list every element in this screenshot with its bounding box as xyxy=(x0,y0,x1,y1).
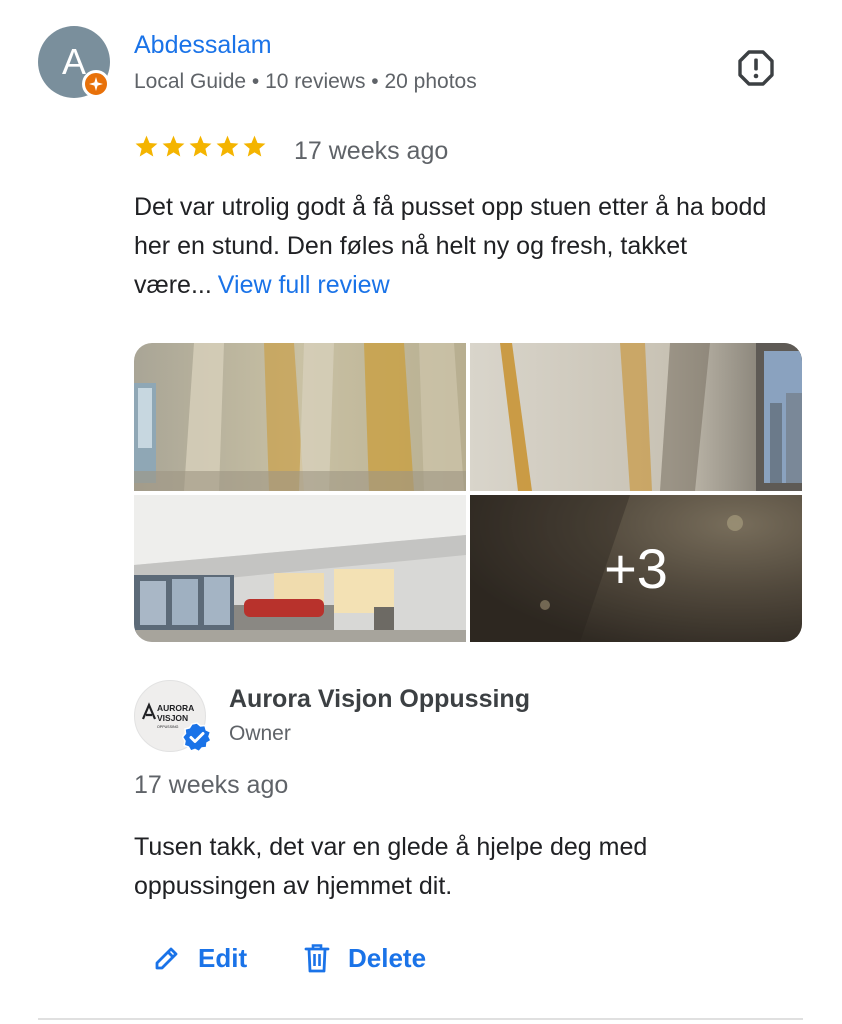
review-time: 17 weeks ago xyxy=(294,137,449,165)
view-full-review-link[interactable]: View full review xyxy=(218,271,390,299)
svg-text:OPPUSSING: OPPUSSING xyxy=(157,725,179,729)
review-photo-1[interactable] xyxy=(134,343,466,491)
star-icon xyxy=(243,135,266,157)
svg-text:AURORA: AURORA xyxy=(157,703,194,713)
review-photo-more[interactable]: +3 xyxy=(470,495,802,642)
star-icon xyxy=(135,135,158,157)
reply-text: Tusen takk, det var en glede å hjelpe de… xyxy=(134,833,648,900)
pencil-icon xyxy=(155,947,178,970)
delete-button[interactable]: Delete xyxy=(302,936,426,980)
review-photo-2[interactable] xyxy=(470,343,802,491)
local-guide-badge-icon xyxy=(82,70,110,98)
star-icon xyxy=(162,135,185,157)
report-button[interactable] xyxy=(734,46,778,90)
owner-role: Owner xyxy=(229,722,291,745)
review-text: Det var utrolig godt å få pusset opp stu… xyxy=(134,188,794,305)
review-photo-3[interactable] xyxy=(134,495,466,642)
report-flag-icon xyxy=(738,50,774,86)
divider xyxy=(38,1018,803,1020)
star-icon xyxy=(189,135,212,157)
reply-time: 17 weeks ago xyxy=(134,771,289,799)
edit-label: Edit xyxy=(198,943,248,973)
reviewer-meta: Local Guide • 10 reviews • 20 photos xyxy=(134,70,477,93)
trash-icon xyxy=(304,944,330,973)
delete-label: Delete xyxy=(348,943,427,973)
edit-button[interactable]: Edit xyxy=(152,936,247,980)
star-rating xyxy=(134,134,267,159)
more-photos-count[interactable]: +3 xyxy=(470,495,802,642)
review-photo-grid: +3 xyxy=(134,343,802,642)
owner-name[interactable]: Aurora Visjon Oppussing xyxy=(229,683,530,715)
verified-badge-icon xyxy=(181,722,212,753)
reviewer-name[interactable]: Abdessalam xyxy=(134,30,272,60)
star-icon xyxy=(216,135,239,157)
